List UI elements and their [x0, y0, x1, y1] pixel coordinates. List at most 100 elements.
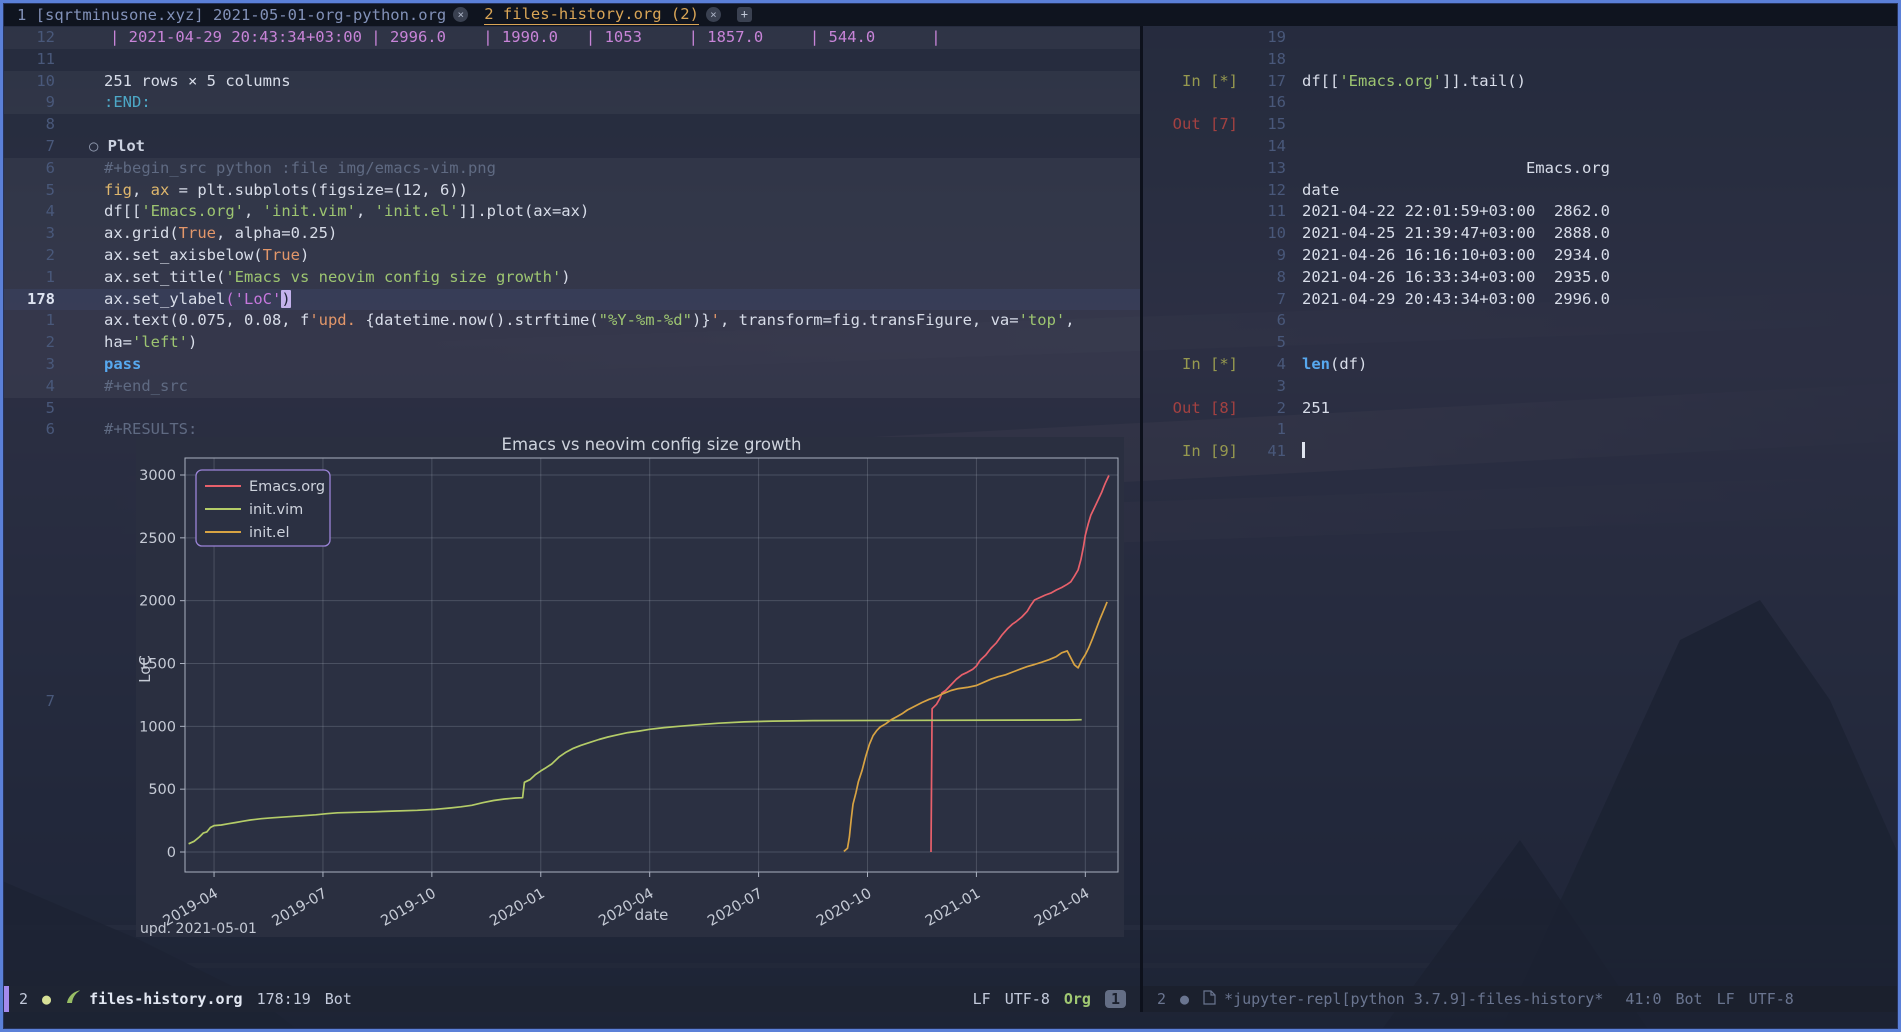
code-token: 2021-04-26 16:33:34+03:00 2935.0	[1302, 268, 1610, 286]
buffer-line: Out [7]15	[1143, 114, 1898, 136]
line-number: 6	[3, 158, 55, 180]
line-number: 14	[1238, 136, 1286, 158]
line-content: :END:	[55, 92, 151, 114]
buffer-line: 11	[3, 49, 1140, 71]
code-token: ax.set_ylabel	[104, 290, 225, 308]
line-content: 2021-04-25 21:39:47+03:00 2888.0	[1294, 223, 1610, 245]
code-token: (	[225, 290, 234, 308]
buffer-line: In [*]4len(df)	[1143, 354, 1898, 376]
cursor-position: 178:19	[257, 990, 311, 1008]
repl-in-prompt: In [*]	[1143, 71, 1238, 93]
code-token: 2021-04-26 16:16:10+03:00 2934.0	[1302, 246, 1610, 264]
code-token: ax.text(0.075, 0.08, f	[104, 311, 309, 329]
code-token: ,	[356, 202, 375, 220]
code-token: :END:	[104, 93, 151, 111]
code-token: #+RESULTS:	[104, 420, 197, 438]
code-token: 2021-04-22 22:01:59+03:00 2862.0	[1302, 202, 1610, 220]
code-token: '	[711, 311, 720, 329]
close-icon[interactable]: ×	[706, 7, 721, 22]
line-number: 5	[3, 180, 55, 202]
cursor-position: 41:0	[1625, 990, 1661, 1008]
line-content: 2021-04-26 16:33:34+03:00 2935.0	[1294, 267, 1610, 289]
line-number: 1	[3, 267, 55, 289]
repl-in-prompt: In [9]	[1143, 441, 1238, 463]
tab--sqrtminusone-xyz-2021-05-01-org-python-org[interactable]: 1 [sqrtminusone.xyz] 2021-05-01-org-pyth…	[11, 3, 474, 26]
line-number: 1	[3, 310, 55, 332]
line-number: 9	[1238, 245, 1286, 267]
line-content: ax.text(0.075, 0.08, f'upd. {datetime.no…	[55, 310, 1075, 332]
svg-text:2019-10: 2019-10	[378, 886, 438, 930]
svg-text:500: 500	[148, 782, 176, 798]
buffer-line: 12date	[1143, 180, 1898, 202]
buffer-line: 3	[1143, 376, 1898, 398]
line-content: fig, ax = plt.subplots(figsize=(12, 6))	[55, 180, 468, 202]
buffer-name: *jupyter-repl[python 3.7.9]-files-histor…	[1224, 990, 1603, 1008]
code-token: ,	[244, 202, 263, 220]
close-icon[interactable]: ×	[453, 7, 468, 22]
buffer-line: 178ax.set_ylabel('LoC')	[3, 289, 1140, 311]
line-number: 8	[3, 114, 55, 136]
code-token: 'Emacs.org'	[141, 202, 244, 220]
line-content: ha='left')	[55, 332, 197, 354]
line-number: 10	[3, 71, 55, 93]
buffer-line: 72021-04-29 20:43:34+03:00 2996.0	[1143, 289, 1898, 311]
buffer-line: 14	[1143, 136, 1898, 158]
code-token: pass	[104, 355, 141, 373]
tab-files-history-org-2-[interactable]: 2 files-history.org (2)×	[478, 3, 727, 26]
line-number: 8	[1238, 267, 1286, 289]
svg-text:2020-07: 2020-07	[705, 886, 765, 930]
code-token: {datetime.now().strftime(	[365, 311, 598, 329]
code-token: , alpha=0.25)	[216, 224, 337, 242]
window-divider[interactable]	[1140, 25, 1143, 1012]
checker-badge: 1	[1105, 990, 1126, 1008]
line-number: 6	[3, 419, 55, 441]
line-number: 4	[3, 201, 55, 223]
buffer-line: 6 #+RESULTS:	[3, 419, 1140, 441]
line-number: 15	[1238, 114, 1286, 136]
org-buffer-window[interactable]: 7 0500100015002000250030002019-042019-07…	[3, 25, 1140, 986]
code-token: True	[179, 224, 216, 242]
code-token: | 2021-04-29 20:43:34+03:00 | 2996.0 | 1…	[110, 28, 941, 46]
code-token: )	[300, 246, 309, 264]
line-number: 5	[1238, 332, 1286, 354]
line-content: df[['Emacs.org', 'init.vim', 'init.el']]…	[55, 201, 589, 223]
buffer-line: 8 2021-04-26 16:33:34+03:00 2935.0	[1143, 267, 1898, 289]
code-token: ]].plot(ax=ax)	[459, 202, 590, 220]
line-number: 18	[1238, 49, 1286, 71]
buffer-line: 5	[1143, 332, 1898, 354]
buffer-line: 1ax.text(0.075, 0.08, f'upd. {datetime.n…	[3, 310, 1140, 332]
jupyter-repl-window[interactable]: 1918In [*]17df[['Emacs.org']].tail()16Ou…	[1143, 25, 1898, 986]
code-token: 'LoC'	[235, 290, 282, 308]
code-token: ax	[151, 181, 170, 199]
buffer-line: 1	[1143, 419, 1898, 441]
code-token: 'init.el'	[375, 202, 459, 220]
svg-text:init.el: init.el	[249, 525, 290, 541]
code-token: ax.set_axisbelow(	[104, 246, 263, 264]
line-number: 12	[1238, 180, 1286, 202]
emacs-frame: { "tab_bar": { "tabs": [ {"index": "1", …	[0, 0, 1901, 1032]
repl-in-prompt: In [*]	[1143, 354, 1238, 376]
code-token: #+begin_src python :file img/emacs-vim.p…	[104, 159, 496, 177]
evil-state-bar	[3, 986, 9, 1012]
code-token: "%Y-%m-%d"	[599, 311, 692, 329]
line-content: #+end_src	[55, 376, 188, 398]
new-tab-icon[interactable]: +	[737, 7, 752, 22]
line-number: 9	[3, 92, 55, 114]
code-token: 'top'	[1019, 311, 1066, 329]
code-token: 2021-04-25 21:39:47+03:00 2888.0	[1302, 224, 1610, 242]
line-content: df[['Emacs.org']].tail()	[1294, 71, 1526, 93]
line-number: 4	[3, 376, 55, 398]
line-number: 19	[1238, 27, 1286, 49]
code-token: , transform=fig.transFigure, va=	[720, 311, 1019, 329]
buffer-line: 2ax.set_axisbelow(True)	[3, 245, 1140, 267]
line-content: #+begin_src python :file img/emacs-vim.p…	[55, 158, 496, 180]
code-token: #+end_src	[104, 377, 188, 395]
code-token: ]].tail()	[1442, 72, 1526, 90]
line-content: ax.set_title('Emacs vs neovim config siz…	[55, 267, 571, 289]
repl-out-prompt: Out [7]	[1143, 114, 1238, 136]
line-number: 12	[3, 27, 55, 49]
window-index: 2	[1157, 990, 1166, 1008]
buffer-line: 16	[1143, 92, 1898, 114]
buffer-line: 10251 rows × 5 columns	[3, 71, 1140, 93]
line-number: 17	[1238, 71, 1286, 93]
